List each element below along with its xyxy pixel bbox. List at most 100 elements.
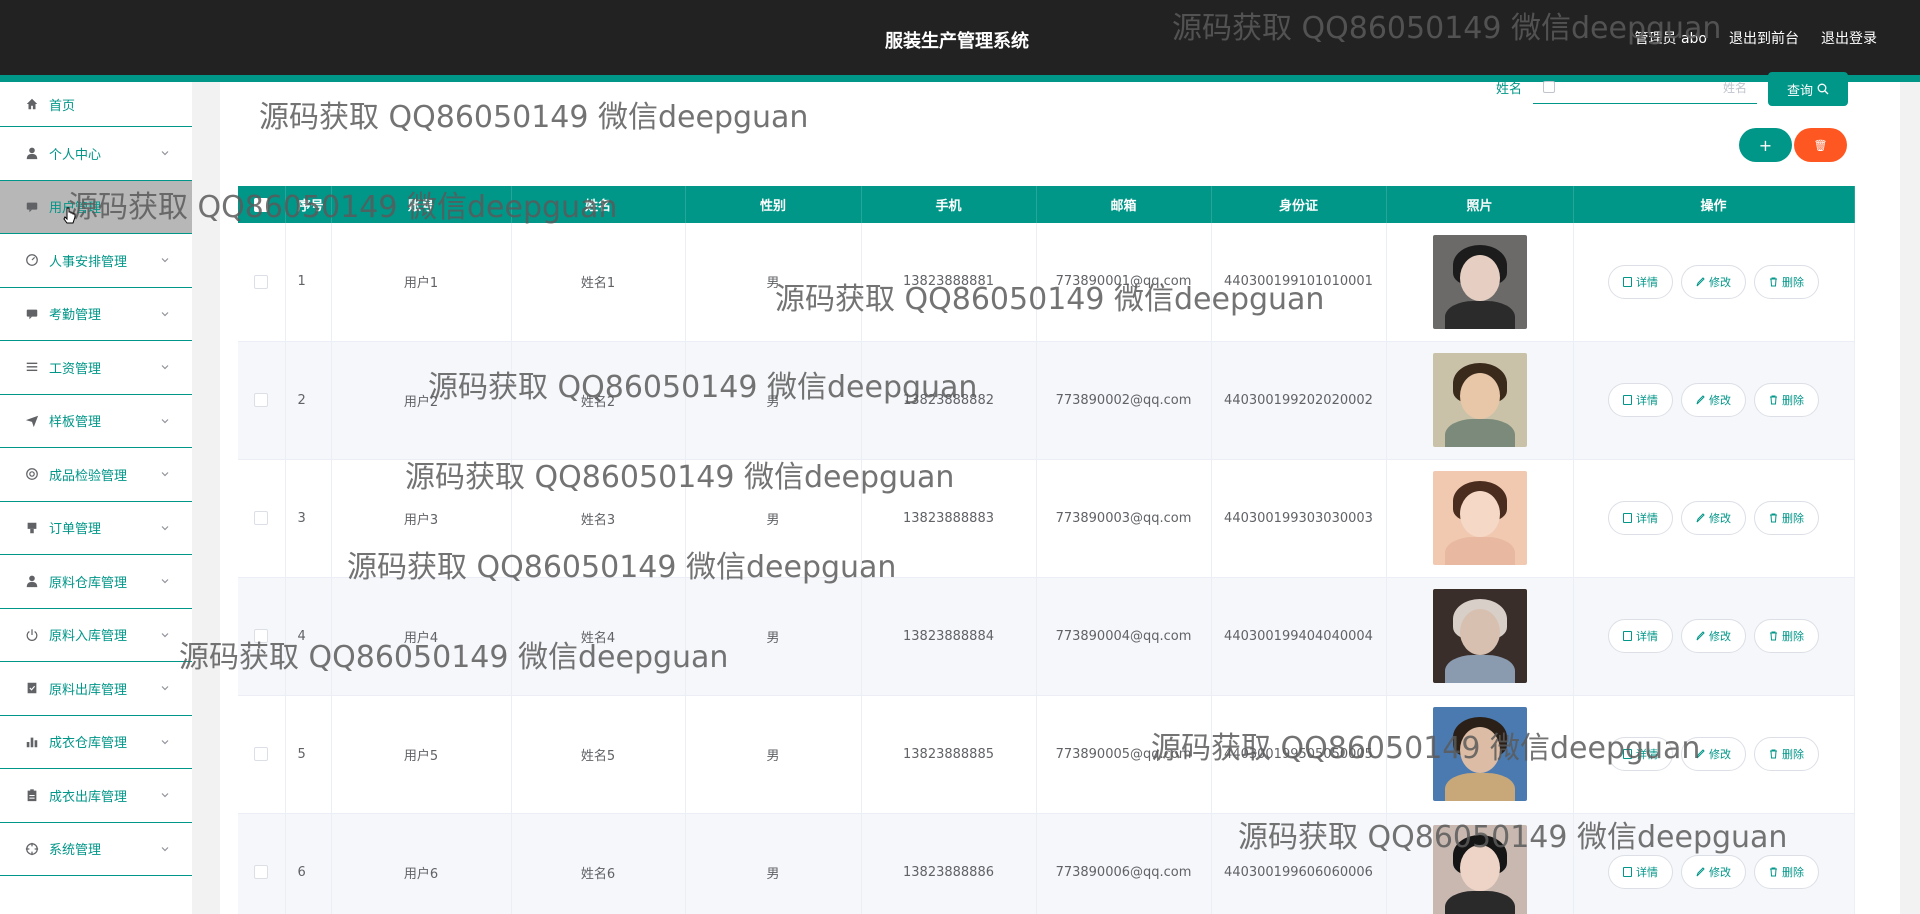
query-button[interactable]: 查询 xyxy=(1768,72,1848,106)
photo-body xyxy=(1444,537,1515,565)
row-checkbox[interactable] xyxy=(254,865,269,879)
cell-photo xyxy=(1386,695,1574,814)
sidebar-item-7[interactable]: 成品检验管理 xyxy=(0,448,192,502)
header-name: 姓名 xyxy=(511,186,686,223)
row-select-cell[interactable] xyxy=(238,813,286,914)
chevron-down-icon xyxy=(161,793,169,798)
cell-phone: 13823888881 xyxy=(861,223,1037,342)
detail-button[interactable]: 详情 xyxy=(1608,619,1673,653)
row-select-cell[interactable] xyxy=(238,459,286,578)
add-button[interactable]: + xyxy=(1739,128,1792,162)
cell-account: 用户1 xyxy=(331,223,512,342)
delete-button[interactable]: 删除 xyxy=(1754,737,1819,771)
trash-icon xyxy=(1770,395,1777,405)
select-all-checkbox[interactable] xyxy=(254,197,269,212)
search-icon xyxy=(1817,83,1829,95)
sidebar-item-6[interactable]: 样板管理 xyxy=(0,395,192,448)
pencil-icon xyxy=(1696,631,1705,641)
cell-photo xyxy=(1386,813,1574,914)
cell-idcard: 440300199101010001 xyxy=(1211,223,1387,342)
delete-button[interactable]: 删除 xyxy=(1754,855,1819,889)
delete-label: 删除 xyxy=(1782,630,1804,643)
edit-button[interactable]: 修改 xyxy=(1681,737,1746,771)
row-checkbox[interactable] xyxy=(254,393,269,407)
delete-label: 删除 xyxy=(1782,748,1804,761)
sidebar-item-1[interactable]: 个人中心 xyxy=(0,127,192,181)
cell-gender: 男 xyxy=(685,695,862,814)
table-row: 2 用户2 姓名2 男 13823888882 773890002@qq.com 44030… xyxy=(238,341,1855,460)
header-links: 管理员 abo 退出到前台 退出登录 xyxy=(1635,28,1877,48)
detail-button[interactable]: 详情 xyxy=(1608,855,1673,889)
photo-face xyxy=(1459,727,1500,773)
front-link[interactable]: 退出到前台 xyxy=(1729,28,1799,48)
edit-label: 修改 xyxy=(1709,512,1731,525)
delete-button[interactable]: 删除 xyxy=(1754,501,1819,535)
user-photo xyxy=(1432,589,1527,683)
cell-idcard: 440300199303030003 xyxy=(1211,459,1387,578)
chevron-down-icon xyxy=(161,311,169,317)
sidebar-item-0[interactable]: 首页 xyxy=(0,82,192,127)
cell-email: 773890001@qq.com xyxy=(1036,223,1212,342)
cell-ops: 详情 修改 删除 xyxy=(1573,813,1855,914)
sidebar-item-2[interactable]: 用户管理 xyxy=(0,180,192,234)
row-checkbox[interactable] xyxy=(254,511,269,525)
user-photo xyxy=(1432,471,1527,565)
header-phone: 手机 xyxy=(861,186,1037,223)
cell-email: 773890003@qq.com xyxy=(1036,459,1212,578)
detail-button[interactable]: 详情 xyxy=(1608,501,1673,535)
chat-icon xyxy=(24,199,40,215)
delete-button[interactable]: 删除 xyxy=(1754,619,1819,653)
cell-name: 姓名3 xyxy=(511,459,686,578)
search-input[interactable] xyxy=(1533,72,1757,104)
chevron-down-icon xyxy=(161,365,169,370)
sidebar-item-9[interactable]: 原料仓库管理 xyxy=(0,555,192,609)
pencil-icon xyxy=(1696,867,1705,877)
edit-button[interactable]: 修改 xyxy=(1681,501,1746,535)
row-checkbox[interactable] xyxy=(254,629,269,643)
row-select-cell[interactable] xyxy=(238,223,286,342)
cell-email: 773890005@qq.com xyxy=(1036,695,1212,814)
cell-index: 3 xyxy=(285,459,332,578)
sidebar-item-13[interactable]: 成衣出库管理 xyxy=(0,769,192,823)
row-select-cell[interactable] xyxy=(238,577,286,696)
sidebar-item-10[interactable]: 原料入库管理 xyxy=(0,609,192,662)
cell-account: 用户3 xyxy=(331,459,512,578)
sidebar-item-4[interactable]: 考勤管理 xyxy=(0,288,192,341)
delete-label: 删除 xyxy=(1782,275,1804,289)
delete-button[interactable]: 删除 xyxy=(1754,264,1819,299)
sidebar-item-8[interactable]: 订单管理 xyxy=(0,502,192,555)
logout-link[interactable]: 退出登录 xyxy=(1821,28,1877,48)
sidebar-item-label: 订单管理 xyxy=(49,522,102,538)
row-select-cell[interactable] xyxy=(238,695,286,814)
pencil-icon xyxy=(1696,395,1705,405)
sidebar-item-label: 成衣仓库管理 xyxy=(49,736,128,752)
chevron-down-icon xyxy=(161,686,169,691)
edit-button[interactable]: 修改 xyxy=(1681,383,1746,417)
detail-button[interactable]: 详情 xyxy=(1608,737,1673,771)
cell-phone: 13823888882 xyxy=(861,341,1037,460)
photo-body xyxy=(1444,655,1515,683)
sidebar-item-11[interactable]: 原料出库管理 xyxy=(0,662,192,716)
select-all-cell[interactable] xyxy=(238,186,286,223)
detail-button[interactable]: 详情 xyxy=(1608,383,1673,417)
table-row: 3 用户3 姓名3 男 13823888883 773890003@qq.com 44030… xyxy=(238,459,1855,578)
edit-button[interactable]: 修改 xyxy=(1681,619,1746,653)
sidebar-item-3[interactable]: 人事安排管理 xyxy=(0,234,192,288)
sidebar-item-label: 人事安排管理 xyxy=(49,254,128,270)
row-select-cell[interactable] xyxy=(238,341,286,460)
sidebar-item-5[interactable]: 工资管理 xyxy=(0,341,192,395)
edit-button[interactable]: 修改 xyxy=(1681,855,1746,889)
cell-photo xyxy=(1386,341,1574,460)
row-checkbox[interactable] xyxy=(254,274,269,289)
cell-ops: 详情 修改 删除 xyxy=(1573,577,1855,696)
detail-button[interactable]: 详情 xyxy=(1608,264,1673,299)
sidebar-item-12[interactable]: 成衣仓库管理 xyxy=(0,716,192,769)
delete-button[interactable]: 删除 xyxy=(1754,383,1819,417)
edit-button[interactable]: 修改 xyxy=(1681,264,1746,299)
row-checkbox[interactable] xyxy=(254,747,269,761)
trash-icon xyxy=(1770,749,1777,759)
batch-delete-button[interactable]: 🗑 xyxy=(1794,128,1847,162)
box-icon xyxy=(24,680,40,696)
photo-body xyxy=(1444,300,1515,329)
sidebar-item-14[interactable]: 系统管理 xyxy=(0,823,192,876)
